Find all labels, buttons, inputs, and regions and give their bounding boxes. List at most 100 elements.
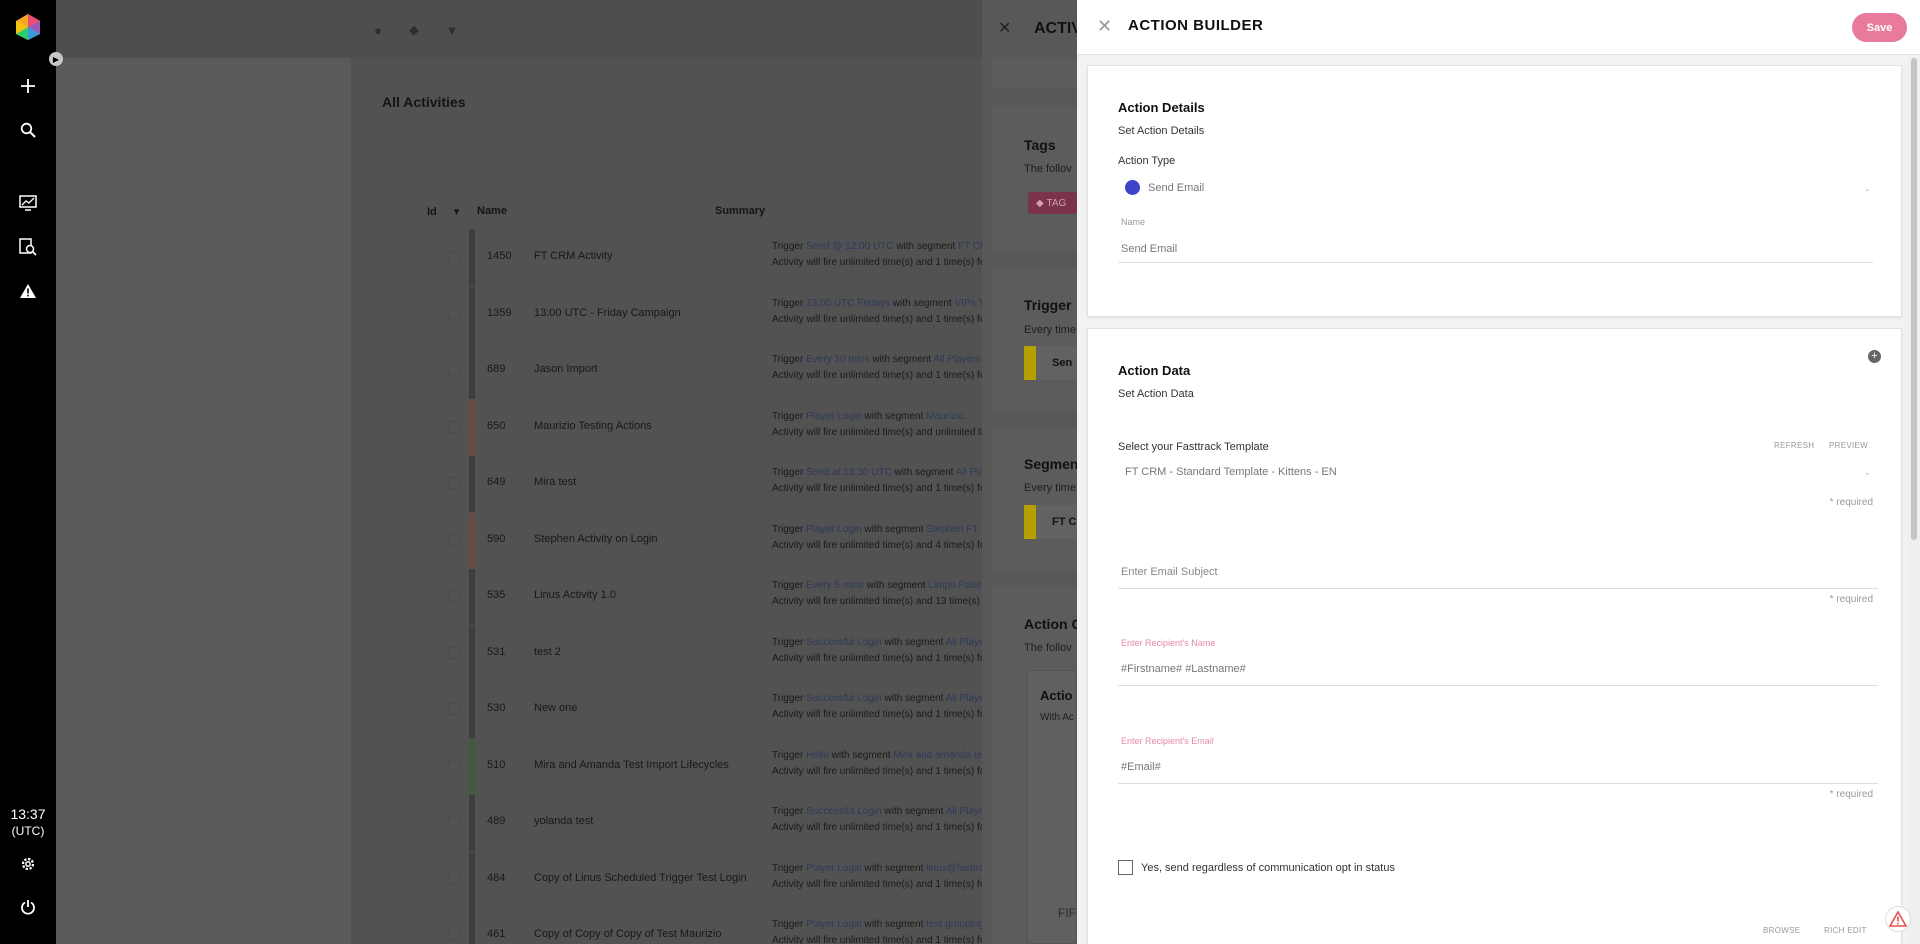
trigger-link[interactable]: Hello [806,750,829,761]
row-id: 531 [487,645,506,658]
row-checkbox[interactable] [448,929,460,941]
close-activity-icon[interactable]: ✕ [998,18,1011,38]
subject-required: * required [1829,594,1873,605]
trigger-link[interactable]: Player Login [806,863,862,874]
activity-panel-title: ACTIV [1034,20,1082,37]
rich-edit-button[interactable]: RICH EDIT [1824,926,1867,935]
close-icon[interactable]: ✕ [1097,16,1112,37]
trigger-link[interactable]: Successful Login [806,637,882,648]
activity-detail-panel: ✕ ACTIV Tags The follov ◆ TAG Trigger Ev… [982,0,1082,944]
trigger-link[interactable]: Successful Login [806,806,882,817]
segment-chip[interactable]: FT C [1024,505,1077,539]
segment-link[interactable]: Limpo Patte. [928,580,984,591]
table-row[interactable]: 649 Mira test Trigger Send at 13:30 UTC wi… [370,456,1070,512]
preview-button[interactable]: PREVIEW [1829,441,1868,450]
monitor-chart-icon[interactable] [0,187,56,219]
trigger-link[interactable]: Send @ 12:00 UTC [806,241,893,252]
expand-nav-icon[interactable]: ▶ [49,52,63,66]
gear-icon[interactable] [0,848,56,880]
trigger-card [992,268,1077,410]
row-checkbox[interactable] [448,872,460,885]
table-row[interactable]: 489 yolanda test Trigger Successful Login … [370,795,1070,851]
row-status-bar [469,738,475,795]
row-checkbox[interactable] [448,816,460,828]
row-checkbox[interactable] [448,533,460,546]
table-row[interactable]: 510 Mira and Amanda Test Import Lifecycle… [370,738,1070,795]
row-checkbox[interactable] [448,364,460,376]
row-checkbox[interactable] [448,477,460,489]
segment-link[interactable]: All Players. [933,354,983,365]
trigger-link[interactable]: Player Login [806,919,862,930]
segment-link[interactable]: test grouping. [926,919,987,930]
action-type-select[interactable]: Send Email ⌄ [1118,174,1873,200]
column-name[interactable]: Name [477,205,507,217]
search-icon[interactable] [0,114,56,146]
table-row[interactable]: 531 test 2 Trigger Successful Login with s… [370,625,1070,682]
power-icon[interactable] [0,891,56,923]
row-checkbox[interactable] [448,759,460,772]
add-icon[interactable] [0,70,56,102]
report-search-icon[interactable] [0,231,56,263]
row-checkbox[interactable] [448,307,460,320]
table-row[interactable]: 461 Copy of Copy of Copy of Test Maurizio… [370,908,1070,944]
column-summary[interactable]: Summary [715,205,765,217]
optin-checkbox[interactable] [1118,860,1133,875]
warning-icon[interactable] [1885,906,1911,932]
recipient-name-underline [1118,685,1878,686]
row-name: test 2 [534,645,561,658]
builder-scrollbar-thumb[interactable] [1911,58,1917,540]
row-checkbox[interactable] [448,646,460,659]
app-logo-icon[interactable] [14,13,42,41]
table-row[interactable]: 689 Jason Import Trigger Every 10 mins wit… [370,343,1070,399]
table-row[interactable]: 530 New one Trigger Successful Login with … [370,682,1070,738]
trigger-link[interactable]: Every 10 mins [806,354,869,365]
row-status-bar [469,908,475,944]
filter-icon[interactable]: ▼ [444,22,460,38]
trigger-link[interactable]: Send at 13:30 UTC [806,467,892,478]
recipient-email-input[interactable]: #Email# [1118,754,1878,782]
builder-title: ACTION BUILDER [1128,17,1264,34]
data-title: Action Data [1118,363,1191,378]
table-row[interactable]: 590 Stephen Activity on Login Trigger Play… [370,512,1070,569]
recipient-name-input[interactable]: #Firstname# #Lastname# [1118,656,1878,684]
template-select[interactable]: FT CRM - Standard Template - Kittens - E… [1118,458,1873,484]
table-row[interactable]: 1450 FT CRM Activity Trigger Send @ 12:00 … [370,230,1070,286]
trigger-link[interactable]: Successful Login [806,693,882,704]
name-input[interactable]: Send Email [1118,236,1873,262]
tags-title: Tags [1024,137,1056,153]
refresh-button[interactable]: REFRESH [1774,441,1814,450]
row-checkbox[interactable] [448,703,460,715]
email-subject-input[interactable]: Enter Email Subject [1118,560,1878,588]
row-checkbox[interactable] [448,251,460,263]
segment-link[interactable]: Mira and amanda test. [893,750,993,761]
trigger-link[interactable]: 13:00 UTC Fridays [806,298,890,309]
table-row[interactable]: 1359 13:00 UTC - Friday Campaign Trigger 1… [370,286,1070,343]
alert-triangle-icon[interactable] [0,275,56,307]
tag-chip[interactable]: ◆ TAG [1028,192,1077,214]
row-checkbox[interactable] [448,420,460,433]
column-id[interactable]: Id ▾ [427,205,459,218]
trigger-link[interactable]: Player Login [806,411,862,422]
clock-time: 13:37 [10,806,46,822]
info-icon[interactable]: ● [370,22,386,38]
trigger-link[interactable]: Player Login [806,524,862,535]
row-id: 510 [487,758,506,771]
action-data-panel: + Action Data Set Action Data Select you… [1087,328,1902,944]
action-type-label: Action Type [1118,155,1176,167]
table-row[interactable]: 650 Maurizio Testing Actions Trigger Playe… [370,399,1070,456]
segment-link[interactable]: Maurizio. [926,411,967,422]
table-row[interactable]: 484 Copy of Linus Scheduled Trigger Test … [370,851,1070,908]
left-navigation: ▶ 13:37 (UTC) [0,0,63,944]
save-button[interactable]: Save [1852,13,1907,42]
tag-icon[interactable]: ◆ [406,22,422,38]
table-row[interactable]: 535 Linus Activity 1.0 Trigger Every 5 min… [370,569,1070,625]
row-id: 1450 [487,250,512,262]
sort-desc-icon[interactable]: ▾ [454,206,460,218]
segment-link[interactable]: Stephen FT. [926,524,980,535]
trigger-link[interactable]: Every 5 mins [806,580,864,591]
browse-button[interactable]: BROWSE [1763,926,1800,935]
trigger-chip[interactable]: Sen [1024,346,1077,380]
tags-subtitle: The follov [1024,163,1072,175]
add-circle-icon[interactable]: + [1868,350,1881,363]
row-checkbox[interactable] [448,590,460,602]
